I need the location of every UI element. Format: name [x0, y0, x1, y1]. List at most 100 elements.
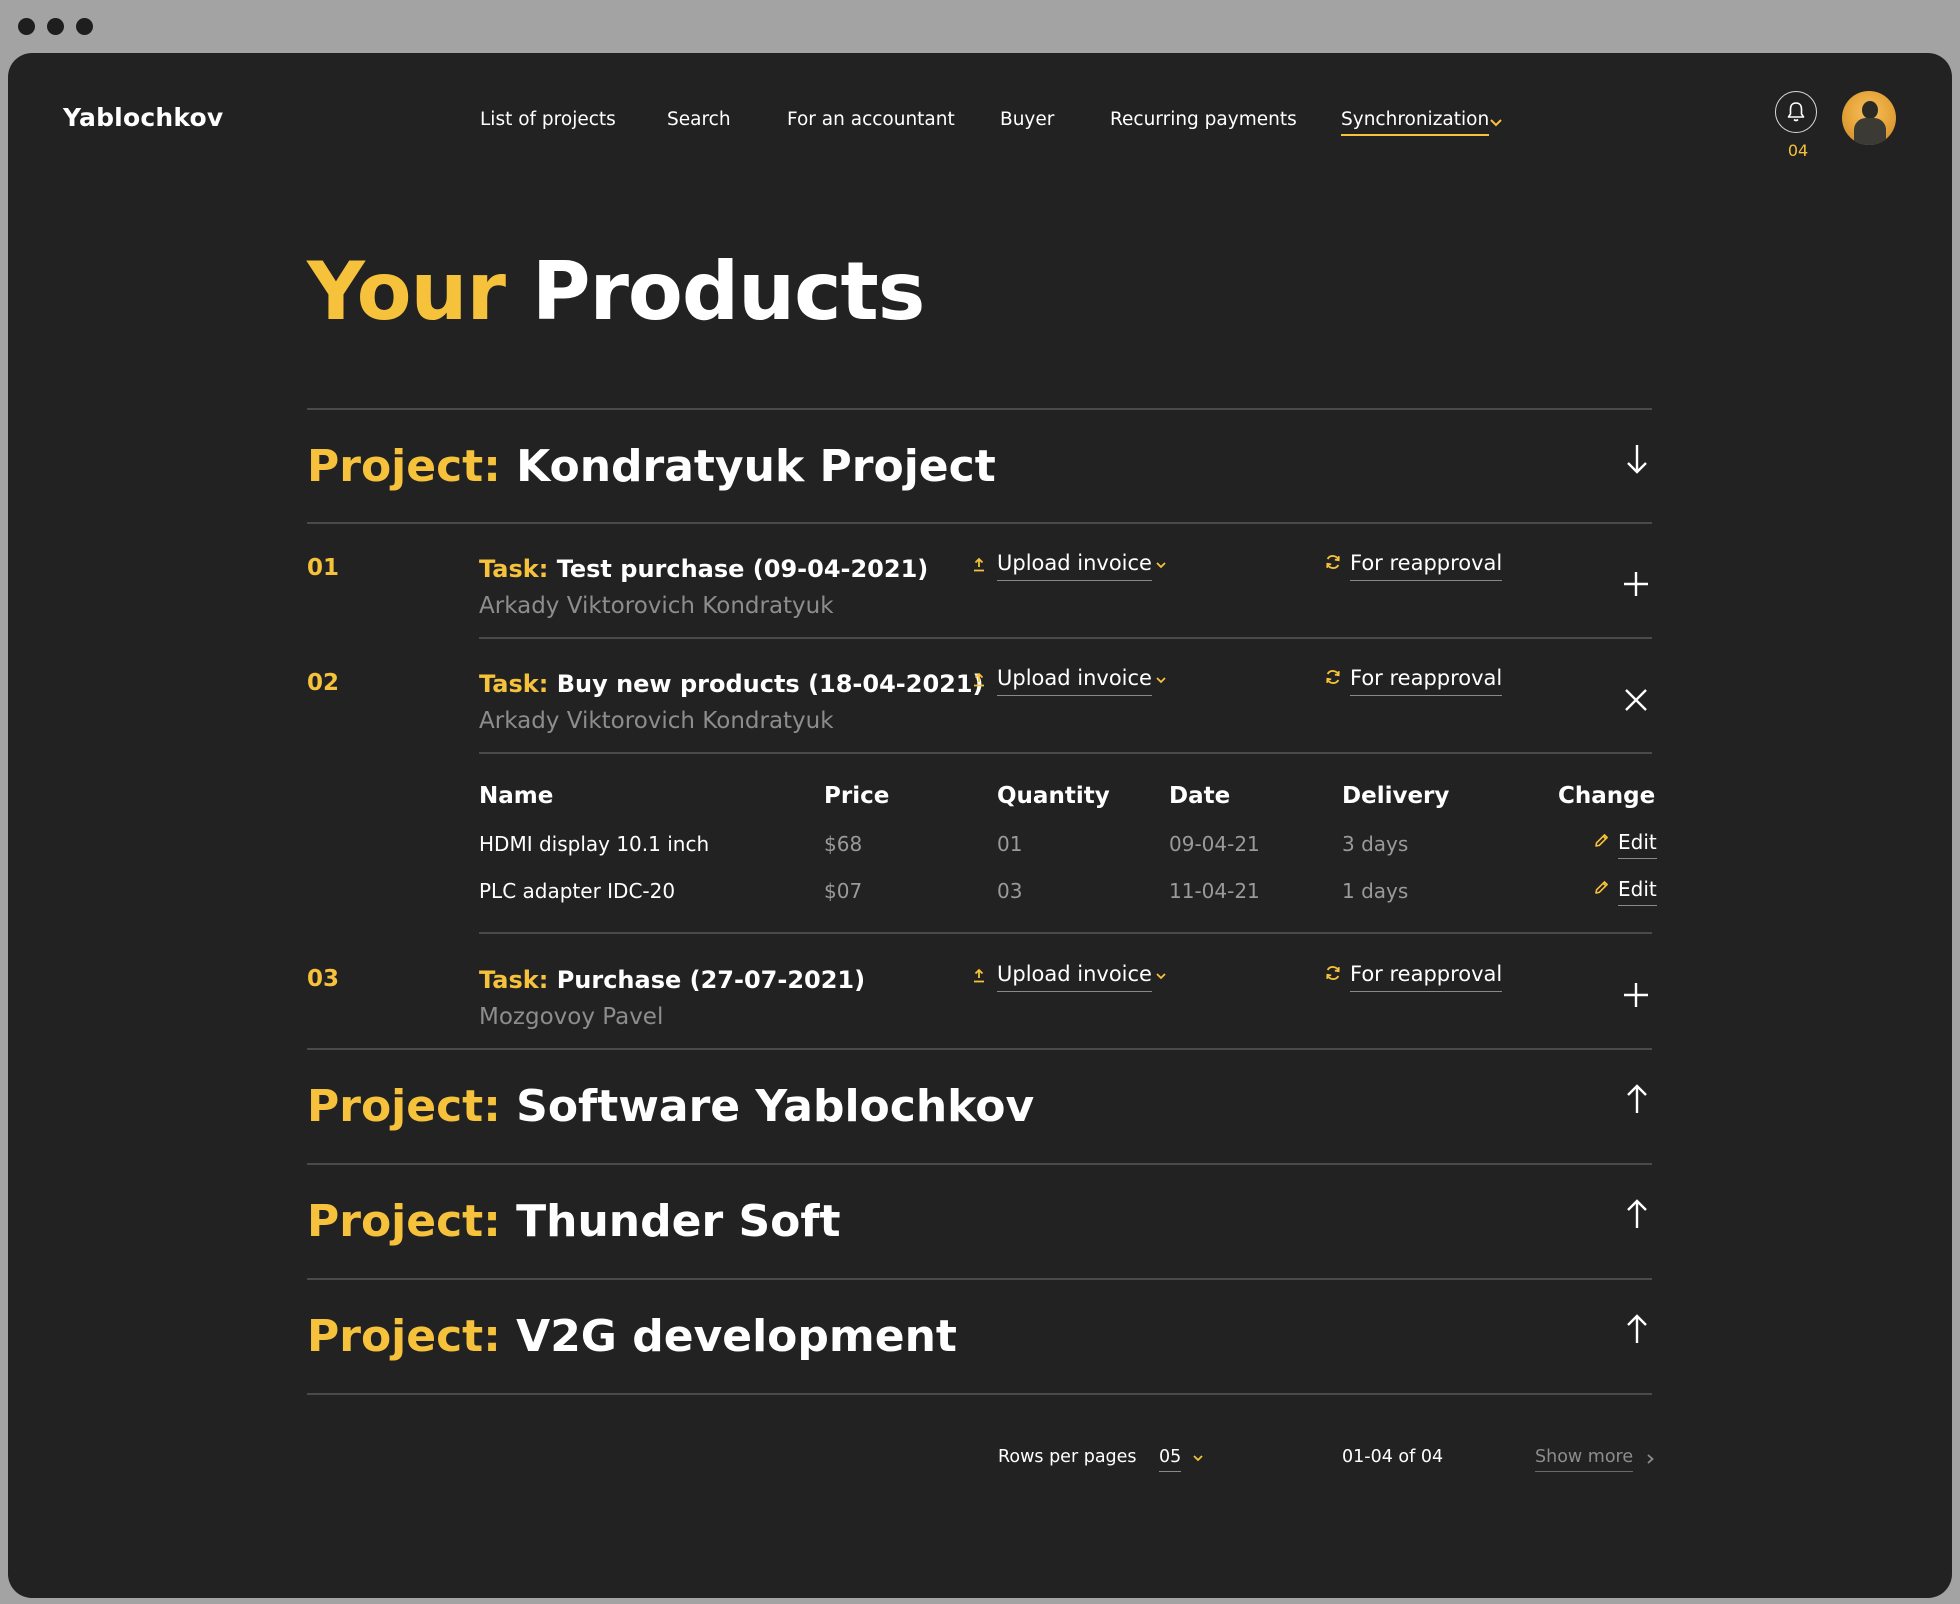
nav-item-list-of-projects[interactable]: List of projects — [480, 109, 616, 130]
window-dot[interactable] — [47, 18, 64, 35]
upload-icon — [974, 672, 984, 687]
product-delivery: 3 days — [1342, 832, 1409, 856]
nav-item-synchronization[interactable]: Synchronization — [1341, 109, 1490, 136]
divider — [479, 637, 1652, 639]
project-title[interactable]: Project: V2G development — [307, 1311, 957, 1362]
window-dot[interactable] — [18, 18, 35, 35]
plus-icon[interactable] — [1622, 981, 1650, 1009]
page-title-highlight: Your — [307, 245, 506, 338]
column-header-quantity: Quantity — [997, 783, 1110, 809]
task-name: Buy new products (18-04-2021) — [556, 670, 984, 698]
rows-per-page-value: 05 — [1159, 1447, 1182, 1472]
show-more-link[interactable]: Show more — [1535, 1447, 1654, 1472]
column-header-delivery: Delivery — [1342, 783, 1450, 809]
refresh-icon — [1326, 966, 1340, 980]
refresh-icon — [1326, 670, 1340, 684]
nav-item-recurring-payments[interactable]: Recurring payments — [1110, 109, 1297, 130]
upload-invoice-label: Upload invoice — [997, 666, 1152, 696]
task-person: Mozgovoy Pavel — [479, 1004, 664, 1030]
window-dot[interactable] — [76, 18, 93, 35]
app-window: Yablochkov List of projects Search For a… — [8, 53, 1952, 1598]
project-name: V2G development — [516, 1311, 957, 1362]
rows-per-page-label: Rows per pages — [998, 1447, 1137, 1467]
product-quantity: 03 — [997, 879, 1023, 903]
divider — [479, 752, 1652, 754]
project-label: Project: — [307, 1196, 501, 1247]
project-label: Project: — [307, 1081, 501, 1132]
nav-item-search[interactable]: Search — [667, 109, 731, 130]
column-header-change: Change — [1558, 783, 1656, 809]
chevron-down-icon — [1156, 562, 1166, 569]
column-header-date: Date — [1169, 783, 1231, 809]
task-number: 01 — [307, 555, 340, 581]
task-person: Arkady Viktorovich Kondratyuk — [479, 708, 834, 734]
notifications-button[interactable] — [1775, 91, 1817, 133]
task-number: 03 — [307, 966, 340, 992]
chevron-down-icon — [1156, 973, 1166, 980]
task-label: Task: — [479, 670, 549, 698]
task-name: Test purchase (09-04-2021) — [556, 555, 929, 583]
rows-per-page-select[interactable]: 05 — [1159, 1447, 1203, 1472]
plus-icon[interactable] — [1622, 570, 1650, 598]
project-title[interactable]: Project: Kondratyuk Project — [307, 441, 996, 492]
chevron-down-icon — [1156, 677, 1166, 684]
for-reapproval-label: For reapproval — [1350, 962, 1503, 992]
column-header-name: Name — [479, 783, 554, 809]
nav-item-for-an-accountant[interactable]: For an accountant — [787, 109, 955, 130]
project-label: Project: — [307, 1311, 501, 1362]
edit-label: Edit — [1618, 830, 1657, 859]
close-icon[interactable] — [1622, 686, 1650, 714]
pagination: Rows per pages 05 01-04 of 04 Show more — [8, 1441, 1952, 1481]
divider — [307, 1393, 1652, 1395]
divider — [479, 932, 1652, 934]
divider — [307, 522, 1652, 524]
product-price: $07 — [824, 879, 863, 903]
pencil-icon — [1595, 881, 1608, 894]
upload-icon — [974, 968, 984, 983]
chevron-right-icon — [1647, 1454, 1654, 1464]
product-name: HDMI display 10.1 inch — [479, 832, 710, 856]
task-title: Task: Test purchase (09-04-2021) — [479, 555, 928, 583]
task-label: Task: — [479, 555, 549, 583]
chevron-down-icon[interactable] — [1489, 118, 1503, 128]
project-title[interactable]: Project: Thunder Soft — [307, 1196, 841, 1247]
divider — [307, 1048, 1652, 1050]
avatar[interactable] — [1842, 91, 1896, 145]
arrow-up-icon[interactable] — [1622, 1081, 1652, 1117]
product-date: 11-04-21 — [1169, 879, 1260, 903]
pencil-icon — [1595, 834, 1608, 847]
arrow-down-icon[interactable] — [1622, 441, 1652, 477]
task-label: Task: — [479, 966, 549, 994]
arrow-up-icon[interactable] — [1622, 1196, 1652, 1232]
upload-invoice-label: Upload invoice — [997, 962, 1152, 992]
page-range: 01-04 of 04 — [1342, 1447, 1444, 1467]
edit-label: Edit — [1618, 877, 1657, 906]
project-name: Thunder Soft — [516, 1196, 841, 1247]
show-more-label: Show more — [1535, 1447, 1634, 1472]
notification-count: 04 — [1787, 141, 1809, 160]
page-title-rest: Products — [531, 245, 926, 338]
project-title[interactable]: Project: Software Yablochkov — [307, 1081, 1034, 1132]
task-title: Task: Buy new products (18-04-2021) — [479, 670, 984, 698]
refresh-icon — [1326, 555, 1340, 569]
column-header-price: Price — [824, 783, 890, 809]
task-title: Task: Purchase (27-07-2021) — [479, 966, 865, 994]
product-date: 09-04-21 — [1169, 832, 1260, 856]
chevron-down-icon — [1193, 1455, 1203, 1462]
for-reapproval-label: For reapproval — [1350, 551, 1503, 581]
task-person: Arkady Viktorovich Kondratyuk — [479, 593, 834, 619]
product-quantity: 01 — [997, 832, 1023, 856]
product-name: PLC adapter IDC-20 — [479, 879, 676, 903]
product-delivery: 1 days — [1342, 879, 1409, 903]
bell-icon — [1787, 102, 1805, 122]
divider — [307, 1278, 1652, 1280]
brand-logo[interactable]: Yablochkov — [63, 103, 223, 132]
project-name: Kondratyuk Project — [516, 441, 996, 492]
task-name: Purchase (27-07-2021) — [556, 966, 866, 994]
project-name: Software Yablochkov — [516, 1081, 1035, 1132]
task-number: 02 — [307, 670, 340, 696]
arrow-up-icon[interactable] — [1622, 1311, 1652, 1347]
nav-item-buyer[interactable]: Buyer — [1000, 109, 1054, 130]
window-controls — [18, 18, 93, 35]
for-reapproval-label: For reapproval — [1350, 666, 1503, 696]
